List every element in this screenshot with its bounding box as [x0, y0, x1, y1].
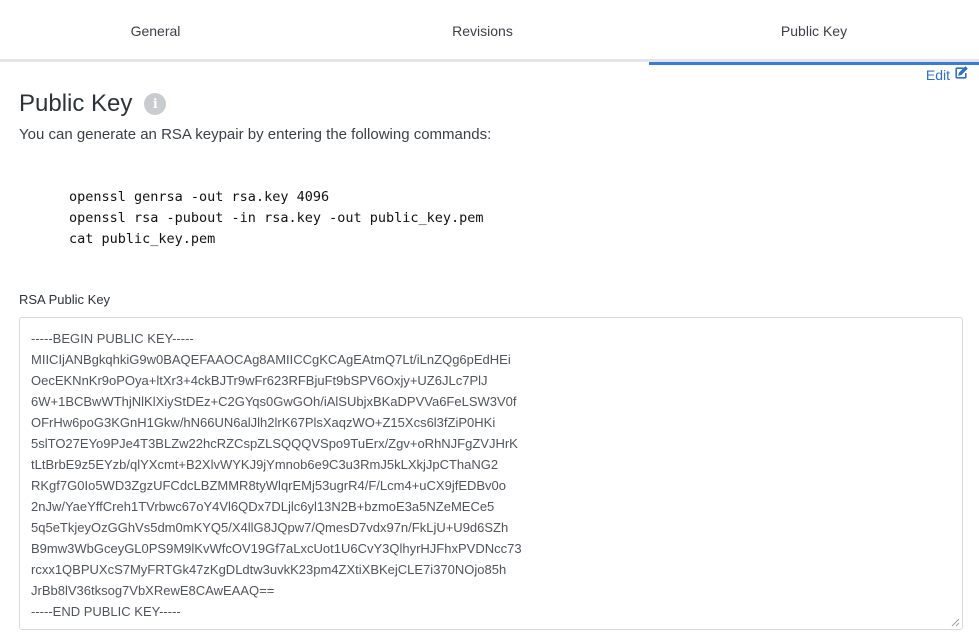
key-line: MIICIjANBgkqhkiG9w0BAQEFAAOCAg8AMIICCgKC…: [31, 352, 511, 367]
key-line: rcxx1QBPUXcS7MyFRTGk47zKgDLdtw3uvkK23pm4…: [31, 562, 507, 577]
tab-public-key[interactable]: Public Key: [649, 0, 979, 65]
tab-general-label: General: [130, 23, 181, 39]
key-line: tLtBrbE9z5EYzb/qlYXcmt+B2XlvWYKJ9jYmnob6…: [31, 457, 499, 472]
tab-bar: General Revisions Public Key: [0, 0, 979, 65]
tab-revisions[interactable]: Revisions: [316, 0, 649, 62]
page-title: Public Key: [19, 90, 133, 117]
page-header: Public Key i: [19, 90, 167, 118]
key-line: 6W+1BCBwWThjNlKlXiyStDEz+C2GYqs0GwGOh/iA…: [31, 394, 517, 409]
key-line: -----BEGIN PUBLIC KEY-----: [31, 331, 194, 346]
key-line: OFrHw6poG3KGnH1Gkw/hN66UN6alJlh2lrK67Pls…: [31, 415, 496, 430]
key-line: 5q5eTkjeyOzGGhVs5dm0mKYQ5/X4llG8JQpw7/Qm…: [31, 520, 509, 535]
key-line: JrBb8lV36tksog7VbXRewE8CAwEAAQ==: [31, 583, 275, 598]
edit-icon: [954, 66, 968, 83]
command-block: openssl genrsa -out rsa.key 4096 openssl…: [69, 187, 484, 250]
tab-revisions-label: Revisions: [452, 23, 513, 39]
key-line: OecEKNnKr9oPOya+ltXr3+4ckBJTr9wFr623RFBj…: [31, 373, 488, 388]
page-description: You can generate an RSA keypair by enter…: [19, 126, 492, 143]
key-line: RKgf7G0Io5WD3ZgzUFCdcLBZMMR8tyWlqrEMj53u…: [31, 478, 507, 493]
command-line: openssl rsa -pubout -in rsa.key -out pub…: [69, 210, 484, 226]
key-line: B9mw3WbGceyGL0PS9M9lKvWfcOV19Gf7aLxcUot1…: [31, 541, 522, 556]
key-line: 2nJw/YaeYffCreh1TVrbwc67oY4Vl6QDx7DLjlc6…: [31, 499, 495, 514]
edit-label: Edit: [925, 66, 950, 83]
info-icon[interactable]: i: [144, 93, 167, 115]
command-line: openssl genrsa -out rsa.key 4096: [69, 189, 330, 205]
public-key-label: RSA Public Key: [19, 292, 111, 307]
resize-grip-icon[interactable]: [951, 618, 960, 627]
tab-public-key-label: Public Key: [780, 23, 848, 39]
key-line: -----END PUBLIC KEY-----: [31, 604, 181, 619]
key-line: 5slTO27EYo9PJe4T3BLZw22hcRZCspZLSQQQVSpo…: [31, 436, 518, 451]
public-key-textarea[interactable]: -----BEGIN PUBLIC KEY----- MIICIjANBgkqh…: [19, 317, 963, 630]
command-line: cat public_key.pem: [69, 231, 216, 247]
tab-general[interactable]: General: [0, 0, 311, 62]
edit-button[interactable]: Edit: [926, 66, 968, 83]
